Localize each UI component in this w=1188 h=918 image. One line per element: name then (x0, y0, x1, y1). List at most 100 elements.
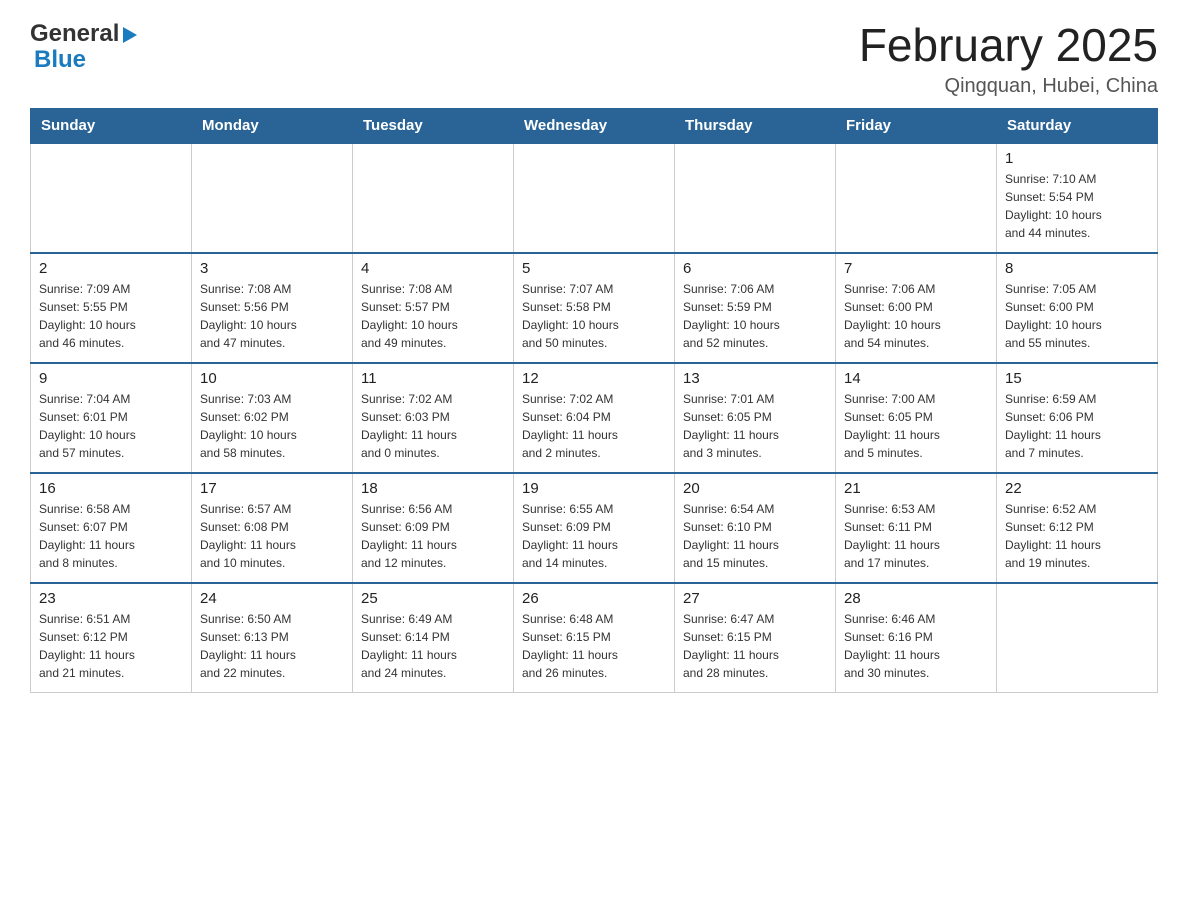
calendar-week-4: 16 Sunrise: 6:58 AM Sunset: 6:07 PM Dayli… (31, 473, 1158, 583)
calendar-cell: 10 Sunrise: 7:03 AM Sunset: 6:02 PM Dayli… (192, 363, 353, 473)
day-info: Sunrise: 7:07 AM Sunset: 5:58 PM Dayligh… (522, 280, 666, 352)
day-info: Sunrise: 7:01 AM Sunset: 6:05 PM Dayligh… (683, 390, 827, 462)
day-number: 2 (39, 260, 183, 277)
calendar-cell (192, 143, 353, 253)
calendar-cell: 12 Sunrise: 7:02 AM Sunset: 6:04 PM Dayli… (514, 363, 675, 473)
day-info: Sunrise: 6:56 AM Sunset: 6:09 PM Dayligh… (361, 500, 505, 572)
day-number: 8 (1005, 260, 1149, 277)
calendar-cell: 28Sunrise: 6:46 AM Sunset: 6:16 PM Dayli… (836, 583, 997, 693)
day-info: Sunrise: 7:04 AM Sunset: 6:01 PM Dayligh… (39, 390, 183, 462)
logo-blue-text: Blue (34, 46, 86, 74)
calendar-cell: 14 Sunrise: 7:00 AM Sunset: 6:05 PM Dayli… (836, 363, 997, 473)
logo-triangle-icon (123, 27, 137, 43)
day-info: Sunrise: 6:58 AM Sunset: 6:07 PM Dayligh… (39, 500, 183, 572)
calendar-cell: 20 Sunrise: 6:54 AM Sunset: 6:10 PM Dayli… (675, 473, 836, 583)
calendar-cell: 2 Sunrise: 7:09 AM Sunset: 5:55 PM Daylig… (31, 253, 192, 363)
day-number: 23 (39, 590, 183, 607)
day-number: 22 (1005, 480, 1149, 497)
calendar-cell: 7 Sunrise: 7:06 AM Sunset: 6:00 PM Daylig… (836, 253, 997, 363)
title-block: February 2025 Qingquan, Hubei, China (859, 20, 1158, 98)
day-info: Sunrise: 6:49 AM Sunset: 6:14 PM Dayligh… (361, 610, 505, 682)
calendar-cell: 8 Sunrise: 7:05 AM Sunset: 6:00 PM Daylig… (997, 253, 1158, 363)
day-info: Sunrise: 7:08 AM Sunset: 5:57 PM Dayligh… (361, 280, 505, 352)
day-info: Sunrise: 7:08 AM Sunset: 5:56 PM Dayligh… (200, 280, 344, 352)
day-number: 4 (361, 260, 505, 277)
day-number: 15 (1005, 370, 1149, 387)
calendar-cell: 6 Sunrise: 7:06 AM Sunset: 5:59 PM Daylig… (675, 253, 836, 363)
calendar-cell: 24 Sunrise: 6:50 AM Sunset: 6:13 PM Dayli… (192, 583, 353, 693)
col-header-saturday: Saturday (997, 108, 1158, 143)
day-info: Sunrise: 6:48 AM Sunset: 6:15 PM Dayligh… (522, 610, 666, 682)
calendar-cell (514, 143, 675, 253)
day-number: 13 (683, 370, 827, 387)
day-info: Sunrise: 6:52 AM Sunset: 6:12 PM Dayligh… (1005, 500, 1149, 572)
day-info: Sunrise: 6:50 AM Sunset: 6:13 PM Dayligh… (200, 610, 344, 682)
calendar-cell: 3Sunrise: 7:08 AM Sunset: 5:56 PM Daylig… (192, 253, 353, 363)
day-info: Sunrise: 6:47 AM Sunset: 6:15 PM Dayligh… (683, 610, 827, 682)
calendar-table: SundayMondayTuesdayWednesdayThursdayFrid… (30, 108, 1158, 694)
day-info: Sunrise: 6:57 AM Sunset: 6:08 PM Dayligh… (200, 500, 344, 572)
day-info: Sunrise: 6:54 AM Sunset: 6:10 PM Dayligh… (683, 500, 827, 572)
day-info: Sunrise: 7:10 AM Sunset: 5:54 PM Dayligh… (1005, 170, 1149, 242)
day-number: 17 (200, 480, 344, 497)
col-header-sunday: Sunday (31, 108, 192, 143)
calendar-cell (31, 143, 192, 253)
calendar-cell: 16 Sunrise: 6:58 AM Sunset: 6:07 PM Dayli… (31, 473, 192, 583)
day-number: 9 (39, 370, 183, 387)
calendar-week-5: 23 Sunrise: 6:51 AM Sunset: 6:12 PM Dayli… (31, 583, 1158, 693)
page-header: General Blue February 2025 Qingquan, Hub… (30, 20, 1158, 98)
day-number: 25 (361, 590, 505, 607)
col-header-monday: Monday (192, 108, 353, 143)
day-number: 14 (844, 370, 988, 387)
day-number: 10 (200, 370, 344, 387)
day-number: 1 (1005, 150, 1149, 167)
day-info: Sunrise: 7:05 AM Sunset: 6:00 PM Dayligh… (1005, 280, 1149, 352)
calendar-cell: 23 Sunrise: 6:51 AM Sunset: 6:12 PM Dayli… (31, 583, 192, 693)
col-header-friday: Friday (836, 108, 997, 143)
day-number: 21 (844, 480, 988, 497)
day-info: Sunrise: 7:02 AM Sunset: 6:04 PM Dayligh… (522, 390, 666, 462)
calendar-cell: 22 Sunrise: 6:52 AM Sunset: 6:12 PM Dayli… (997, 473, 1158, 583)
col-header-tuesday: Tuesday (353, 108, 514, 143)
logo: General Blue (30, 20, 137, 74)
calendar-cell: 1 Sunrise: 7:10 AM Sunset: 5:54 PM Daylig… (997, 143, 1158, 253)
calendar-cell: 26 Sunrise: 6:48 AM Sunset: 6:15 PM Dayli… (514, 583, 675, 693)
col-header-thursday: Thursday (675, 108, 836, 143)
calendar-cell (836, 143, 997, 253)
day-number: 5 (522, 260, 666, 277)
calendar-cell (997, 583, 1158, 693)
calendar-cell: 13 Sunrise: 7:01 AM Sunset: 6:05 PM Dayli… (675, 363, 836, 473)
day-info: Sunrise: 7:06 AM Sunset: 5:59 PM Dayligh… (683, 280, 827, 352)
calendar-week-1: 1 Sunrise: 7:10 AM Sunset: 5:54 PM Daylig… (31, 143, 1158, 253)
day-number: 11 (361, 370, 505, 387)
day-number: 12 (522, 370, 666, 387)
calendar-cell: 11 Sunrise: 7:02 AM Sunset: 6:03 PM Dayli… (353, 363, 514, 473)
day-info: Sunrise: 6:53 AM Sunset: 6:11 PM Dayligh… (844, 500, 988, 572)
calendar-cell: 4 Sunrise: 7:08 AM Sunset: 5:57 PM Daylig… (353, 253, 514, 363)
day-number: 24 (200, 590, 344, 607)
day-info: Sunrise: 7:09 AM Sunset: 5:55 PM Dayligh… (39, 280, 183, 352)
calendar-cell: 15 Sunrise: 6:59 AM Sunset: 6:06 PM Dayli… (997, 363, 1158, 473)
day-info: Sunrise: 6:59 AM Sunset: 6:06 PM Dayligh… (1005, 390, 1149, 462)
calendar-cell (675, 143, 836, 253)
day-number: 20 (683, 480, 827, 497)
day-info: Sunrise: 7:03 AM Sunset: 6:02 PM Dayligh… (200, 390, 344, 462)
day-info: Sunrise: 6:51 AM Sunset: 6:12 PM Dayligh… (39, 610, 183, 682)
day-number: 6 (683, 260, 827, 277)
calendar-cell: 21 Sunrise: 6:53 AM Sunset: 6:11 PM Dayli… (836, 473, 997, 583)
calendar-cell: 25 Sunrise: 6:49 AM Sunset: 6:14 PM Dayli… (353, 583, 514, 693)
day-info: Sunrise: 7:02 AM Sunset: 6:03 PM Dayligh… (361, 390, 505, 462)
calendar-week-2: 2 Sunrise: 7:09 AM Sunset: 5:55 PM Daylig… (31, 253, 1158, 363)
day-number: 27 (683, 590, 827, 607)
calendar-cell: 5 Sunrise: 7:07 AM Sunset: 5:58 PM Daylig… (514, 253, 675, 363)
day-number: 7 (844, 260, 988, 277)
day-info: Sunrise: 6:55 AM Sunset: 6:09 PM Dayligh… (522, 500, 666, 572)
calendar-cell: 27 Sunrise: 6:47 AM Sunset: 6:15 PM Dayli… (675, 583, 836, 693)
day-number: 19 (522, 480, 666, 497)
day-number: 18 (361, 480, 505, 497)
day-info: Sunrise: 7:06 AM Sunset: 6:00 PM Dayligh… (844, 280, 988, 352)
calendar-week-3: 9 Sunrise: 7:04 AM Sunset: 6:01 PM Daylig… (31, 363, 1158, 473)
day-info: Sunrise: 7:00 AM Sunset: 6:05 PM Dayligh… (844, 390, 988, 462)
day-number: 16 (39, 480, 183, 497)
day-number: 26 (522, 590, 666, 607)
